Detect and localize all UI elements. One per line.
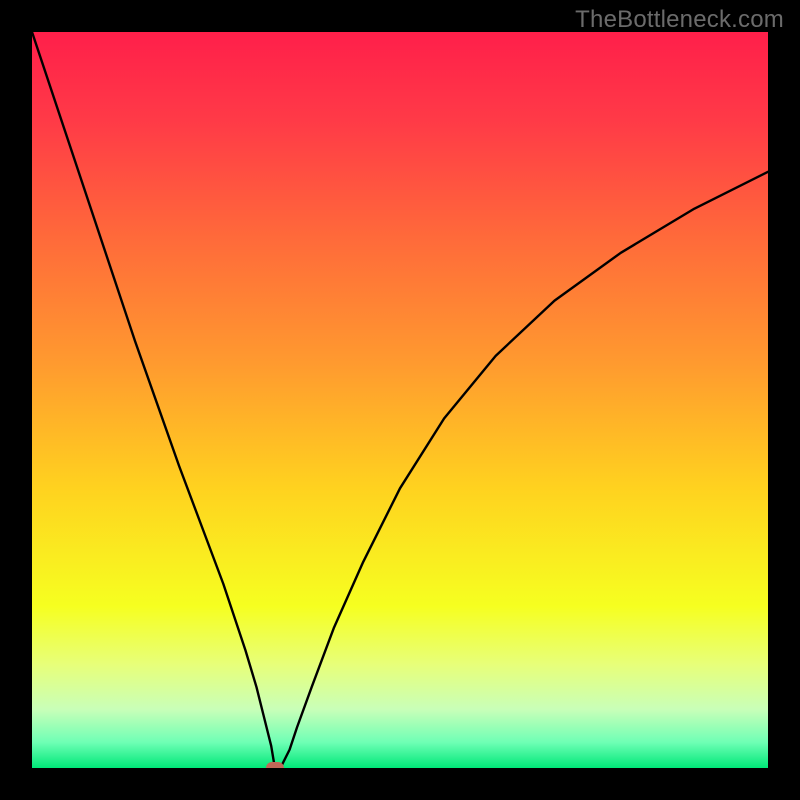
watermark-text: TheBottleneck.com	[575, 6, 784, 34]
plot-area	[32, 32, 768, 768]
optimal-point-marker	[266, 762, 284, 768]
bottleneck-curve	[32, 32, 768, 768]
